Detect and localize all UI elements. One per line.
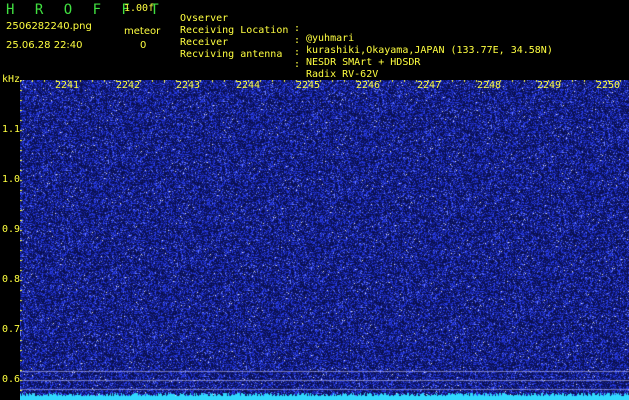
time-tick-label: 2249: [537, 80, 562, 91]
info-separator: :: [294, 47, 301, 58]
time-tick-label: 2242: [116, 80, 141, 91]
info-value: kurashiki,Okayama,JAPAN (133.77E, 34.58N…: [306, 45, 553, 56]
time-tick-label: 2245: [296, 80, 321, 91]
time-tick-label: 2247: [417, 80, 442, 91]
time-tick-label: 2244: [236, 80, 261, 91]
time-tick-label: 2250: [596, 80, 621, 91]
meteor-label: meteor: [124, 26, 161, 37]
time-tick-label: 2241: [55, 80, 80, 91]
frequency-tick-label: 0.6: [2, 374, 21, 385]
info-separator: :: [294, 35, 301, 46]
info-value: NESDR SMArt + HDSDR: [306, 57, 421, 68]
info-value: Radix RV-62V: [306, 69, 379, 80]
info-separator: :: [294, 23, 301, 34]
info-value: @yuhmari: [306, 33, 355, 44]
spectrogram-canvas: [20, 80, 629, 400]
info-separator: :: [294, 59, 301, 70]
meteor-count: 0: [140, 40, 147, 51]
hrofft-window: H R O F F T 1.00f 2506282240.png 25.06.2…: [0, 0, 629, 400]
time-tick-label: 2246: [356, 80, 381, 91]
frequency-tick-label: 0.9: [2, 224, 21, 235]
version-label: 1.00f: [124, 3, 155, 14]
frequency-tick-label: 1.0: [2, 174, 21, 185]
info-label: Recviving antenna: [180, 49, 283, 60]
frequency-unit-label: kHz: [2, 74, 21, 85]
frequency-tick-label: 0.8: [2, 274, 21, 285]
time-tick-label: 2243: [176, 80, 201, 91]
time-tick-label: 2248: [477, 80, 502, 91]
filename-label: 2506282240.png: [6, 21, 92, 32]
frequency-tick-label: 0.7: [2, 324, 21, 335]
frequency-tick-label: 1.1: [2, 124, 21, 135]
datetime-label: 25.06.28 22:40: [6, 40, 83, 51]
